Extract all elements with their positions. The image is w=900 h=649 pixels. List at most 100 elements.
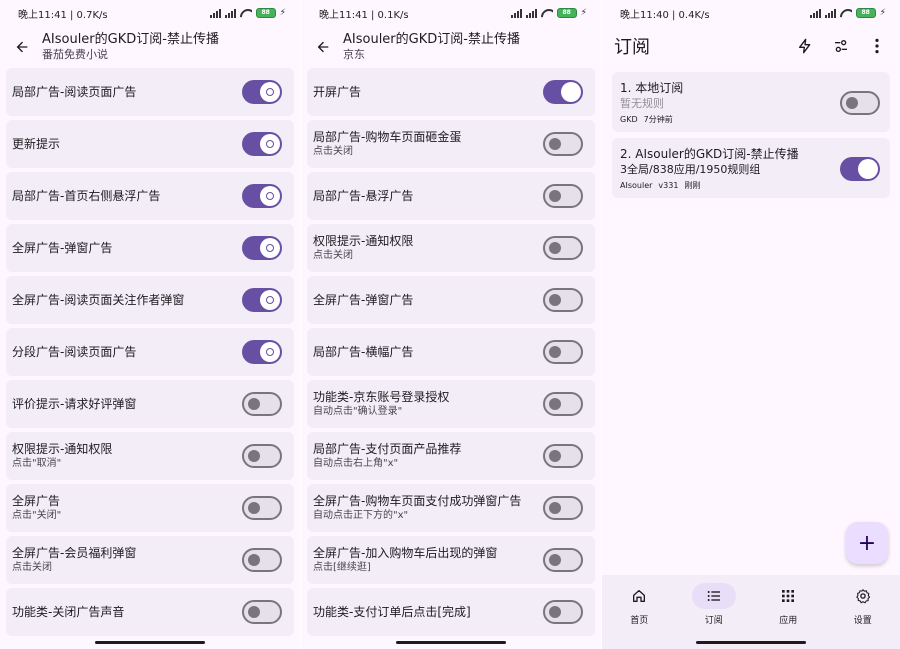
tune-icon [835,40,847,52]
more-button[interactable] [866,35,888,57]
rule-toggle[interactable] [543,340,583,364]
rule-row[interactable]: 开屏广告 [307,68,595,116]
status-icons: 88 ⚡ [209,8,286,18]
more-vert-icon [875,38,879,54]
rule-toggle[interactable] [543,132,583,156]
battery-icon: 88 [255,8,276,18]
rule-row[interactable]: 功能类-京东账号登录授权 自动点击"确认登录" [307,380,595,428]
rule-row[interactable]: 功能类-支付订单后点击[完成] [307,588,595,636]
rule-toggle[interactable] [543,496,583,520]
rule-toggle[interactable] [242,80,282,104]
flash-button[interactable] [794,35,816,57]
screen-subscriptions: 晚上11:40 | 0.4K/s 88 ⚡ 订阅 1. 本地订阅 暂无规则 GK… [602,0,900,649]
toggle-knob [549,450,561,462]
nav-label: 应用 [779,616,798,626]
subscription-card[interactable]: 2. AIsouler的GKD订阅-禁止传播 3全局/838应用/1950规则组 A… [612,138,890,198]
rule-toggle[interactable] [242,392,282,416]
rule-label: 权限提示-通知权限 [12,442,113,456]
toggle-knob [561,82,581,102]
rule-toggle[interactable] [543,392,583,416]
rule-row[interactable]: 分段广告-阅读页面广告 [6,328,294,376]
status-icons: 88 ⚡ [510,8,587,18]
subscription-meta-item: 刚刚 [684,181,701,190]
subscription-list: 1. 本地订阅 暂无规则 GKD 7分钟前 2. AIsouler的GKD订阅-禁止传播… [602,72,900,198]
rule-toggle[interactable] [242,132,282,156]
rule-label: 功能类-关闭广告声音 [12,605,125,619]
rule-row[interactable]: 全屏广告 点击"关闭" [6,484,294,532]
rule-toggle[interactable] [242,236,282,260]
nav-item[interactable]: 首页 [609,583,669,649]
nav-label: 首页 [630,616,649,626]
subscription-card[interactable]: 1. 本地订阅 暂无规则 GKD 7分钟前 [612,72,890,132]
rule-toggle[interactable] [242,444,282,468]
nav-item[interactable]: 订阅 [684,583,744,649]
rule-toggle[interactable] [242,184,282,208]
nav-item[interactable]: 应用 [758,583,818,649]
filter-button[interactable] [830,35,852,57]
arrow-back-icon [317,41,329,53]
rule-row[interactable]: 全屏广告-弹窗广告 [6,224,294,272]
subscription-meta: GKD 7分钟前 [620,114,683,126]
toggle-knob [248,398,260,410]
rule-row[interactable]: 局部广告-阅读页面广告 [6,68,294,116]
rule-label: 权限提示-通知权限 [313,234,414,248]
rule-row[interactable]: 局部广告-横幅广告 [307,328,595,376]
rule-row[interactable]: 全屏广告-加入购物车后出现的弹窗 点击[继续逛] [307,536,595,584]
nav-item[interactable]: 设置 [833,583,893,649]
rule-label: 全屏广告-弹窗广告 [12,241,113,255]
rule-row[interactable]: 局部广告-悬浮广告 [307,172,595,220]
subscription-meta-item: v331 [658,181,679,190]
rule-toggle[interactable] [543,236,583,260]
wifi-icon [840,9,852,18]
back-button[interactable] [10,35,34,59]
rule-row[interactable]: 全屏广告-购物车页面支付成功弹窗广告 自动点击正下方的"x" [307,484,595,532]
bolt-icon [799,38,811,54]
rule-row[interactable]: 权限提示-通知权限 点击"取消" [6,432,294,480]
signal-icon [209,8,221,18]
rule-toggle[interactable] [543,288,583,312]
rule-row[interactable]: 全屏广告-会员福利弹窗 点击关闭 [6,536,294,584]
rule-label: 局部广告-支付页面产品推荐 [313,442,462,456]
add-subscription-button[interactable]: + [846,522,888,564]
rule-row[interactable]: 局部广告-购物车页面砸金蛋 点击关闭 [307,120,595,168]
rule-row[interactable]: 全屏广告-弹窗广告 [307,276,595,324]
rule-toggle[interactable] [242,600,282,624]
subscription-toggle[interactable] [840,91,880,115]
toggle-knob [549,554,561,566]
subscription-toggle[interactable] [840,157,880,181]
page-subtitle: 番茄免费小说 [42,48,108,61]
rule-row[interactable]: 权限提示-通知权限 点击关闭 [307,224,595,272]
subscription-title: 2. AIsouler的GKD订阅-禁止传播 [620,147,799,161]
rule-description: 自动点击右上角"x" [313,458,399,469]
rule-row[interactable]: 全屏广告-阅读页面关注作者弹窗 [6,276,294,324]
rule-label: 功能类-支付订单后点击[完成] [313,605,471,619]
rule-row[interactable]: 局部广告-支付页面产品推荐 自动点击右上角"x" [307,432,595,480]
status-bar: 晚上11:41 | 0.1K/s 88 ⚡ [301,0,601,26]
toggle-knob [549,190,561,202]
toggle-knob [260,290,280,310]
rule-description: 点击关闭 [313,250,353,261]
gesture-bar [95,641,205,644]
toggle-knob [248,554,260,566]
rule-toggle[interactable] [242,288,282,312]
back-button[interactable] [311,35,335,59]
rule-toggle[interactable] [543,184,583,208]
rule-description: 点击[继续逛] [313,562,371,573]
rule-description: 自动点击正下方的"x" [313,510,409,521]
rule-toggle[interactable] [543,548,583,572]
rule-row[interactable]: 功能类-关闭广告声音 [6,588,294,636]
status-time-speed: 晚上11:41 | 0.7K/s [18,9,108,21]
rule-toggle[interactable] [242,340,282,364]
rule-row[interactable]: 局部广告-首页右侧悬浮广告 [6,172,294,220]
rule-label: 分段广告-阅读页面广告 [12,345,137,359]
rule-description: 自动点击"确认登录" [313,406,403,417]
top-app-bar: AIsouler的GKD订阅-禁止传播 番茄免费小说 [0,26,300,68]
charging-icon: ⚡ [279,8,286,18]
rule-toggle[interactable] [543,600,583,624]
rule-toggle[interactable] [242,548,282,572]
rule-row[interactable]: 评价提示-请求好评弹窗 [6,380,294,428]
rule-toggle[interactable] [543,80,583,104]
rule-toggle[interactable] [242,496,282,520]
rule-toggle[interactable] [543,444,583,468]
rule-row[interactable]: 更新提示 [6,120,294,168]
